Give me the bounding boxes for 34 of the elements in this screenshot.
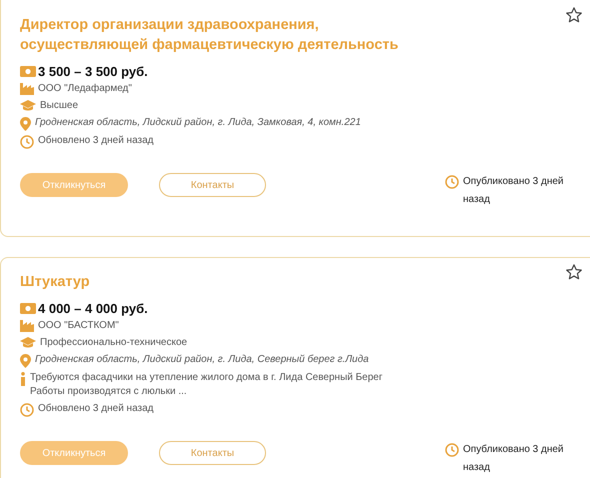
info-icon [20,372,26,386]
location-pin-icon [20,117,31,131]
graduation-cap-icon [20,337,36,349]
address-text: Гродненская область, Лидский район, г. Лида, Северный берег г.Лида [35,353,369,367]
apply-button[interactable]: Откликнуться [20,441,128,465]
apply-button[interactable]: Откликнуться [20,173,128,197]
contacts-button[interactable]: Контакты [159,173,266,197]
contacts-button[interactable]: Контакты [159,441,266,465]
salary-range: 3 500 – 3 500 руб. [38,64,148,79]
vacancy-title[interactable]: Директор организации здравоохранения, осуществляющей фармацевтическую деятельность [20,15,440,55]
clock-icon [20,135,34,149]
clock-icon [445,175,459,189]
favorite-star-icon[interactable] [565,6,583,24]
graduation-cap-icon [20,100,36,112]
education-level: Профессионально-техническое [40,336,188,350]
published-time: Опубликовано 3 дней назад [463,175,565,207]
factory-icon [20,320,34,332]
money-icon [20,66,36,77]
updated-time: Обновлено 3 дней назад [38,134,154,148]
favorite-star-icon[interactable] [565,263,583,281]
location-pin-icon [20,354,31,368]
clock-icon [20,403,34,417]
factory-icon [20,83,34,95]
company-name: ООО "БАСТКОМ" [38,319,119,333]
money-icon [20,303,36,314]
description-text: Требуются фасадчики на утепление жилого дома в г. Лида Северный Берег Работы производятся с люльки ... [30,371,384,399]
published-time: Опубликовано 3 дней назад [463,443,565,475]
updated-time: Обновлено 3 дней назад [38,402,154,416]
address-text: Гродненская область, Лидский район, г. Лида, Замковая, 4, комн.221 [35,116,361,130]
education-level: Высшее [40,99,78,113]
salary-range: 4 000 – 4 000 руб. [38,301,148,316]
company-name: ООО "Ледафармед" [38,82,132,96]
clock-icon [445,443,459,457]
vacancy-title[interactable]: Штукатур [20,272,440,292]
